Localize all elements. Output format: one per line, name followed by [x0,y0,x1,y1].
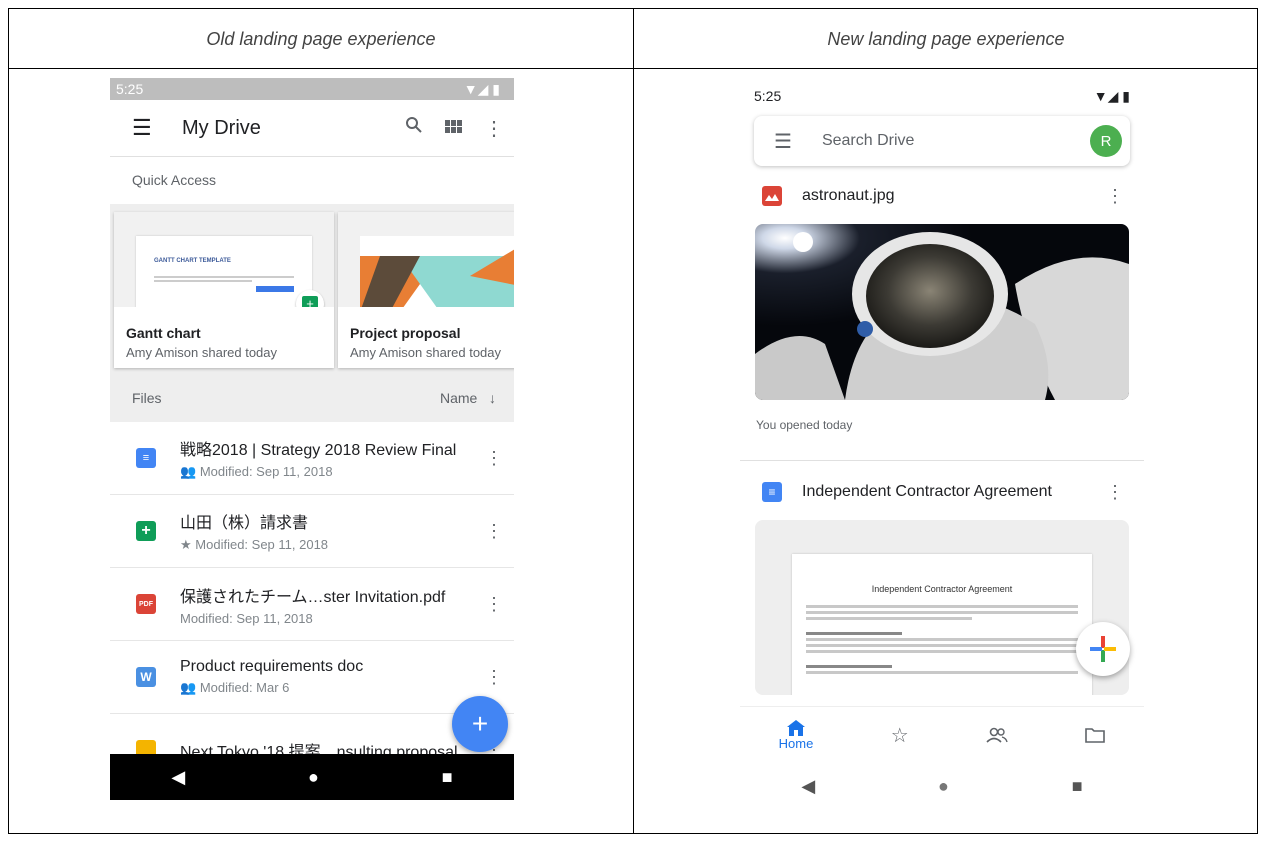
astronaut-preview[interactable] [755,224,1129,400]
sort-label: Name [439,390,478,406]
nav-starred[interactable]: ☆ [891,723,909,748]
file-row[interactable]: PDF 保護されたチーム…ster Invitation.pdf Modifie… [110,568,514,641]
file-title: 保護されたチーム…ster Invitation.pdf [180,588,446,606]
status-time: 5:25 [754,88,782,104]
nav-home[interactable]: Home [778,719,814,751]
file-modified: Modified: Sep 11, 2018 [180,610,313,626]
more-vert-icon[interactable]: ⋮ [474,594,514,615]
plus-icon [1090,636,1116,662]
search-placeholder[interactable]: Search Drive [822,132,1090,150]
system-nav-bar: ◀ ● ■ [740,766,1144,800]
card-subtitle: Amy Amison shared today [350,345,502,360]
star-icon: ☆ [890,724,909,747]
sheets-badge-icon: + [296,290,324,307]
document-preview[interactable]: Independent Contractor Agreement [755,520,1129,695]
item-name: astronaut.jpg [802,187,895,204]
proposal-thumbnail [338,212,514,307]
star-icon: ★ [180,537,196,552]
new-header: New landing page experience [827,29,1065,49]
old-phone-screen: 5:25 ▼◢ ▮ ☰ My Drive ⋮ Quick Access GANT… [110,78,514,800]
new-fab-button[interactable]: + [452,696,508,752]
signal-battery-icon: ▼◢ ▮ [1093,87,1130,104]
more-vert-icon[interactable]: ⋮ [474,521,514,542]
file-title: 山田（株）請求書 [180,515,309,532]
more-vert-icon[interactable]: ⋮ [474,667,514,688]
opened-caption: You opened today [756,418,853,432]
quick-access-cards: GANTT CHART TEMPLATE + Gantt chart Amy A… [110,204,514,374]
shared-icon: 👥 [180,680,200,695]
quick-access-card[interactable]: Project proposal Amy Amison shared today [338,212,514,368]
doc-preview-title: Independent Contractor Agreement [871,584,1013,594]
card-title: Project proposal [350,325,461,341]
grid-view-icon[interactable] [434,117,474,140]
more-vert-icon[interactable]: ⋮ [1100,186,1130,207]
menu-icon[interactable]: ☰ [132,115,158,141]
avatar[interactable]: R [1090,125,1122,157]
nav-files[interactable] [1085,727,1106,743]
new-fab-button[interactable] [1076,622,1130,676]
search-bar[interactable]: ☰ Search Drive R [754,116,1130,166]
menu-icon[interactable]: ☰ [774,129,792,154]
image-icon [762,186,782,206]
home-icon [787,719,806,736]
search-icon[interactable] [394,116,434,140]
word-icon: W [136,667,156,687]
file-row[interactable]: + 山田（株）請求書 ★ Modified: Sep 11, 2018 ⋮ [110,495,514,568]
app-title: My Drive [182,116,261,139]
pdf-icon: PDF [136,594,156,614]
files-header: Files Name ↓ [110,374,514,422]
file-modified: Modified: Sep 11, 2018 [199,464,333,479]
file-row[interactable]: W Product requirements doc 👥 Modified: M… [110,641,514,714]
recents-icon[interactable]: ■ [442,767,453,788]
quick-access-label: Quick Access [132,172,217,188]
bottom-nav: Home ☆ [740,706,1144,763]
new-phone-screen: 5:25 ▼◢ ▮ ☰ Search Drive R astronaut.jpg… [740,78,1144,800]
app-bar: ☰ My Drive ⋮ [110,100,514,157]
file-modified: Modified: Sep 11, 2018 [195,537,329,552]
system-nav-bar: ◀ ● ■ [110,754,514,800]
card-subtitle: Amy Amison shared today [126,345,278,360]
arrow-down-icon: ↓ [481,390,496,406]
sheets-icon: + [136,521,156,541]
status-time: 5:25 [116,81,144,97]
docs-icon: ≡ [762,482,782,502]
document-page: Independent Contractor Agreement [792,554,1092,695]
divider [740,460,1144,461]
files-label: Files [132,390,162,406]
quick-access-card[interactable]: GANTT CHART TEMPLATE + Gantt chart Amy A… [114,212,334,368]
file-row[interactable]: ≡ 戦略2018 | Strategy 2018 Review Final 👥 … [110,422,514,495]
docs-icon: ≡ [136,448,156,468]
gantt-thumbnail: GANTT CHART TEMPLATE + [114,212,334,307]
suggested-item-header[interactable]: astronaut.jpg ⋮ [754,176,1130,216]
card-title: Gantt chart [126,325,201,341]
back-icon[interactable]: ◀ [171,767,185,788]
home-circle-icon[interactable]: ● [938,776,949,797]
back-icon[interactable]: ◀ [801,776,815,797]
suggested-item-header[interactable]: ≡ Independent Contractor Agreement ⋮ [754,472,1130,512]
more-vert-icon[interactable]: ⋮ [474,448,514,469]
column-divider [633,9,634,833]
home-circle-icon[interactable]: ● [308,767,319,788]
nav-home-label: Home [778,735,814,751]
status-bar: 5:25 ▼◢ ▮ [110,78,514,100]
more-vert-icon[interactable]: ⋮ [1100,482,1130,503]
file-modified: Modified: Mar 6 [199,680,290,695]
item-name: Independent Contractor Agreement [802,483,1052,500]
signal-battery-icon: ▼◢ ▮ [463,80,500,97]
folder-icon [1085,728,1106,743]
file-title: 戦略2018 | Strategy 2018 Review Final [180,442,457,459]
old-header: Old landing page experience [206,29,436,49]
more-vert-icon[interactable]: ⋮ [474,116,514,141]
recents-icon[interactable]: ■ [1072,776,1083,797]
sort-control[interactable]: Name ↓ [440,390,496,406]
shared-icon: 👥 [180,464,200,479]
file-title: Product requirements doc [180,658,364,675]
shared-icon [986,727,1008,743]
status-bar: 5:25 ▼◢ ▮ [740,78,1144,114]
nav-shared[interactable] [986,727,1008,743]
